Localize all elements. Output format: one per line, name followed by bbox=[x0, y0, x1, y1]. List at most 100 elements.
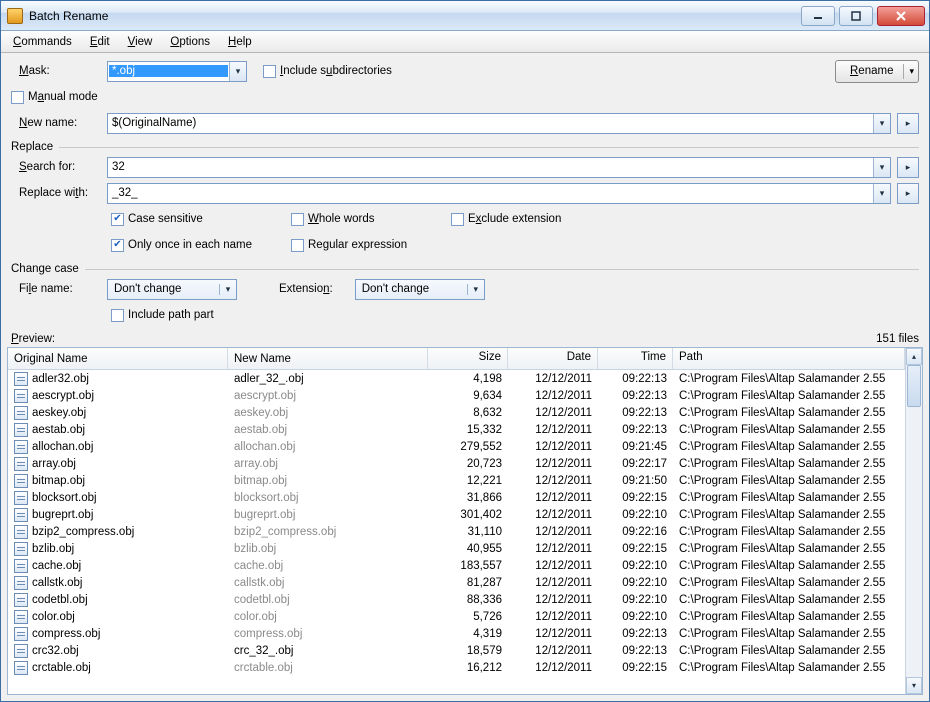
checkbox-icon bbox=[291, 213, 304, 226]
vertical-scrollbar[interactable]: ▴ ▾ bbox=[905, 348, 922, 694]
original-name: bugreprt.obj bbox=[32, 509, 93, 521]
file-icon bbox=[14, 389, 28, 403]
table-row[interactable]: bzip2_compress.objbzip2_compress.obj31,1… bbox=[8, 523, 905, 540]
newname-expand-button[interactable]: ▸ bbox=[897, 113, 919, 134]
table-row[interactable]: bitmap.objbitmap.obj12,22112/12/201109:2… bbox=[8, 472, 905, 489]
table-row[interactable]: cache.objcache.obj183,55712/12/201109:22… bbox=[8, 557, 905, 574]
new-name: aescrypt.obj bbox=[234, 390, 296, 402]
file-size: 4,319 bbox=[428, 628, 508, 640]
include-subdirs-checkbox[interactable]: Include subdirectories bbox=[263, 65, 392, 78]
new-name: aeskey.obj bbox=[234, 407, 288, 419]
file-date: 12/12/2011 bbox=[508, 509, 598, 521]
changecase-group-title: Change case bbox=[11, 263, 79, 275]
chevron-down-icon[interactable]: ▾ bbox=[909, 66, 914, 77]
col-date[interactable]: Date bbox=[508, 348, 598, 369]
replace-with-combo[interactable]: _32_ ▾ bbox=[107, 183, 891, 204]
table-row[interactable]: crctable.objcrctable.obj16,21212/12/2011… bbox=[8, 659, 905, 676]
chevron-down-icon[interactable]: ▾ bbox=[229, 62, 246, 81]
extension-case-value: Don't change bbox=[356, 283, 467, 295]
file-path: C:\Program Files\Altap Salamander 2.55 bbox=[673, 492, 905, 504]
newname-value[interactable]: $(OriginalName) bbox=[108, 117, 873, 129]
only-once-checkbox[interactable]: ✔ Only once in each name bbox=[111, 239, 261, 252]
chevron-down-icon[interactable]: ▾ bbox=[219, 284, 236, 295]
file-icon bbox=[14, 372, 28, 386]
manual-mode-checkbox[interactable]: Manual mode bbox=[11, 91, 98, 104]
extension-case-dropdown[interactable]: Don't change ▾ bbox=[355, 279, 485, 300]
close-button[interactable] bbox=[877, 6, 925, 26]
newname-combo[interactable]: $(OriginalName) ▾ bbox=[107, 113, 891, 134]
include-path-label: Include path part bbox=[128, 309, 214, 321]
table-row[interactable]: aeskey.objaeskey.obj8,63212/12/201109:22… bbox=[8, 404, 905, 421]
checkbox-icon: ✔ bbox=[111, 239, 124, 252]
menu-edit[interactable]: Edit bbox=[82, 34, 118, 50]
scroll-up-icon[interactable]: ▴ bbox=[906, 348, 922, 365]
menu-options[interactable]: Options bbox=[162, 34, 218, 50]
filename-case-dropdown[interactable]: Don't change ▾ bbox=[107, 279, 237, 300]
file-size: 12,221 bbox=[428, 475, 508, 487]
rename-button[interactable]: Rename ▾ bbox=[835, 60, 919, 83]
table-row[interactable]: aestab.objaestab.obj15,33212/12/201109:2… bbox=[8, 421, 905, 438]
file-path: C:\Program Files\Altap Salamander 2.55 bbox=[673, 424, 905, 436]
table-row[interactable]: bzlib.objbzlib.obj40,95512/12/201109:22:… bbox=[8, 540, 905, 557]
chevron-down-icon[interactable]: ▾ bbox=[873, 184, 890, 203]
col-original-name[interactable]: Original Name bbox=[8, 348, 228, 369]
original-name: cache.obj bbox=[32, 560, 81, 572]
original-name: color.obj bbox=[32, 611, 75, 623]
chevron-down-icon[interactable]: ▾ bbox=[873, 114, 890, 133]
file-time: 09:22:10 bbox=[598, 509, 673, 521]
mask-combo[interactable]: *.obj ▾ bbox=[107, 61, 247, 82]
original-name: bzip2_compress.obj bbox=[32, 526, 134, 538]
replace-with-value[interactable]: _32_ bbox=[108, 187, 873, 199]
table-row[interactable]: blocksort.objblocksort.obj31,86612/12/20… bbox=[8, 489, 905, 506]
include-path-checkbox[interactable]: Include path part bbox=[111, 309, 214, 322]
mask-value[interactable]: *.obj bbox=[109, 65, 228, 77]
col-size[interactable]: Size bbox=[428, 348, 508, 369]
new-name: allochan.obj bbox=[234, 441, 295, 453]
chevron-down-icon[interactable]: ▾ bbox=[467, 284, 484, 295]
regex-checkbox[interactable]: Regular expression bbox=[291, 239, 407, 252]
table-row[interactable]: callstk.objcallstk.obj81,28712/12/201109… bbox=[8, 574, 905, 591]
menu-help[interactable]: Help bbox=[220, 34, 260, 50]
file-path: C:\Program Files\Altap Salamander 2.55 bbox=[673, 509, 905, 521]
original-name: allochan.obj bbox=[32, 441, 93, 453]
table-row[interactable]: array.objarray.obj20,72312/12/201109:22:… bbox=[8, 455, 905, 472]
maximize-button[interactable] bbox=[839, 6, 873, 26]
scroll-thumb[interactable] bbox=[907, 365, 921, 407]
file-time: 09:21:45 bbox=[598, 441, 673, 453]
chevron-down-icon[interactable]: ▾ bbox=[873, 158, 890, 177]
table-row[interactable]: compress.objcompress.obj4,31912/12/20110… bbox=[8, 625, 905, 642]
table-row[interactable]: bugreprt.objbugreprt.obj301,40212/12/201… bbox=[8, 506, 905, 523]
table-row[interactable]: crc32.objcrc_32_.obj18,57912/12/201109:2… bbox=[8, 642, 905, 659]
file-time: 09:22:10 bbox=[598, 611, 673, 623]
table-row[interactable]: aescrypt.objaescrypt.obj9,63412/12/20110… bbox=[8, 387, 905, 404]
col-time[interactable]: Time bbox=[598, 348, 673, 369]
table-row[interactable]: codetbl.objcodetbl.obj88,33612/12/201109… bbox=[8, 591, 905, 608]
replace-group-title: Replace bbox=[11, 141, 53, 153]
table-row[interactable]: color.objcolor.obj5,72612/12/201109:22:1… bbox=[8, 608, 905, 625]
original-name: array.obj bbox=[32, 458, 76, 470]
table-row[interactable]: adler32.objadler_32_.obj4,19812/12/20110… bbox=[8, 370, 905, 387]
original-name: compress.obj bbox=[32, 628, 100, 640]
file-date: 12/12/2011 bbox=[508, 594, 598, 606]
replace-expand-button[interactable]: ▸ bbox=[897, 183, 919, 204]
search-expand-button[interactable]: ▸ bbox=[897, 157, 919, 178]
menu-view[interactable]: View bbox=[120, 34, 161, 50]
file-icon bbox=[14, 440, 28, 454]
table-row[interactable]: allochan.objallochan.obj279,55212/12/201… bbox=[8, 438, 905, 455]
new-name: blocksort.obj bbox=[234, 492, 299, 504]
scroll-down-icon[interactable]: ▾ bbox=[906, 677, 922, 694]
file-time: 09:22:15 bbox=[598, 492, 673, 504]
file-size: 16,212 bbox=[428, 662, 508, 674]
col-new-name[interactable]: New Name bbox=[228, 348, 428, 369]
search-for-value[interactable]: 32 bbox=[108, 161, 873, 173]
whole-words-checkbox[interactable]: Whole words bbox=[291, 213, 421, 226]
file-date: 12/12/2011 bbox=[508, 373, 598, 385]
menu-commands[interactable]: Commands bbox=[5, 34, 80, 50]
file-path: C:\Program Files\Altap Salamander 2.55 bbox=[673, 611, 905, 623]
minimize-button[interactable] bbox=[801, 6, 835, 26]
exclude-extension-checkbox[interactable]: Exclude extension bbox=[451, 213, 561, 226]
file-path: C:\Program Files\Altap Salamander 2.55 bbox=[673, 662, 905, 674]
col-path[interactable]: Path bbox=[673, 348, 905, 369]
search-for-combo[interactable]: 32 ▾ bbox=[107, 157, 891, 178]
case-sensitive-checkbox[interactable]: ✔ Case sensitive bbox=[111, 213, 261, 226]
